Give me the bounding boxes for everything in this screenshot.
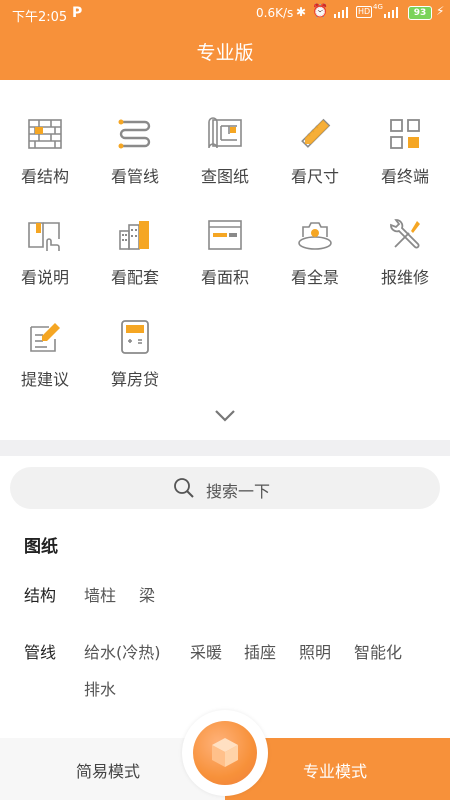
grid-terminal-icon	[390, 119, 420, 149]
center-mode-button[interactable]	[182, 710, 268, 796]
charging-icon: ⚡	[436, 4, 445, 18]
brick-wall-icon	[28, 119, 62, 149]
feature-label: 看说明	[20, 268, 69, 287]
suggestion-pencil-icon	[30, 323, 60, 352]
pipe-icon	[118, 119, 151, 149]
status-time: 下午2:05	[12, 10, 68, 25]
feature-suggestion[interactable]: 提建议	[0, 311, 90, 401]
battery-icon: 93	[408, 6, 432, 20]
feature-structure[interactable]: 看结构	[0, 108, 90, 198]
feature-area[interactable]: 看面积	[180, 209, 270, 299]
feature-manual[interactable]: 看说明	[0, 209, 90, 299]
feature-panorama[interactable]: 看全景	[270, 209, 360, 299]
buildings-icon	[119, 221, 149, 250]
status-bar: 下午2:05 P 0.6K/s ✱ ⏰ HD 4G 93 ⚡	[0, 0, 450, 30]
calculator-icon	[121, 320, 149, 354]
search-placeholder: 搜索一下	[206, 482, 271, 501]
app-p-icon: P	[72, 5, 83, 21]
feature-label: 查图纸	[200, 167, 249, 186]
feature-blueprint[interactable]: 查图纸	[180, 108, 270, 198]
drawings-title: 图纸	[24, 537, 58, 557]
feature-label: 看管线	[110, 167, 159, 186]
tag-water-supply[interactable]: 给水(冷热)	[84, 639, 161, 663]
panorama-camera-icon	[298, 222, 332, 250]
tag-wall-column[interactable]: 墙柱	[84, 582, 116, 606]
search-bar[interactable]: 搜索一下	[10, 467, 440, 509]
bluetooth-icon: ✱	[296, 5, 307, 19]
chevron-down-icon[interactable]	[213, 408, 237, 424]
ruler-pencil-icon	[301, 118, 331, 148]
tag-beam[interactable]: 梁	[139, 582, 155, 606]
feature-pipes[interactable]: 看管线	[90, 108, 180, 198]
tag-heating[interactable]: 采暖	[190, 639, 222, 663]
blueprint-icon	[208, 117, 242, 149]
feature-label: 看配套	[110, 268, 159, 287]
feature-facilities[interactable]: 看配套	[90, 209, 180, 299]
feature-label: 提建议	[20, 370, 69, 389]
alarm-icon: ⏰	[312, 4, 329, 19]
network-speed: 0.6K/s	[256, 6, 294, 20]
tag-socket[interactable]: 插座	[244, 639, 276, 663]
area-window-icon	[208, 220, 242, 250]
structure-label: 结构	[24, 586, 57, 605]
feature-mortgage[interactable]: 算房贷	[90, 311, 180, 401]
signal-icon	[334, 7, 348, 18]
feature-label: 看全景	[290, 268, 339, 287]
top-bar: 下午2:05 P 0.6K/s ✱ ⏰ HD 4G 93 ⚡ 专业版	[0, 0, 450, 80]
feature-label: 看终端	[380, 167, 429, 186]
search-icon	[174, 478, 194, 498]
tab-label: 简易模式	[76, 762, 141, 781]
feature-label: 看结构	[20, 167, 69, 186]
tag-drainage[interactable]: 排水	[84, 676, 116, 700]
feature-dimensions[interactable]: 看尺寸	[270, 108, 360, 198]
signal-icon	[384, 7, 398, 18]
feature-label: 看面积	[200, 268, 249, 287]
feature-label: 算房贷	[110, 370, 159, 389]
page-title: 专业版	[196, 42, 254, 64]
section-divider	[0, 440, 450, 456]
hd-badge: HD	[356, 6, 373, 18]
tag-smart[interactable]: 智能化	[354, 639, 402, 663]
manual-book-icon	[28, 222, 60, 251]
wrench-screwdriver-icon	[390, 219, 420, 249]
feature-repair[interactable]: 报维修	[360, 209, 450, 299]
network-type: 4G	[373, 3, 383, 11]
tab-label: 专业模式	[303, 762, 368, 781]
tag-lighting[interactable]: 照明	[299, 639, 331, 663]
feature-label: 看尺寸	[290, 167, 339, 186]
feature-label: 报维修	[380, 268, 429, 287]
cube-icon	[212, 738, 238, 767]
feature-terminal[interactable]: 看终端	[360, 108, 450, 198]
pipes-label: 管线	[24, 643, 57, 662]
